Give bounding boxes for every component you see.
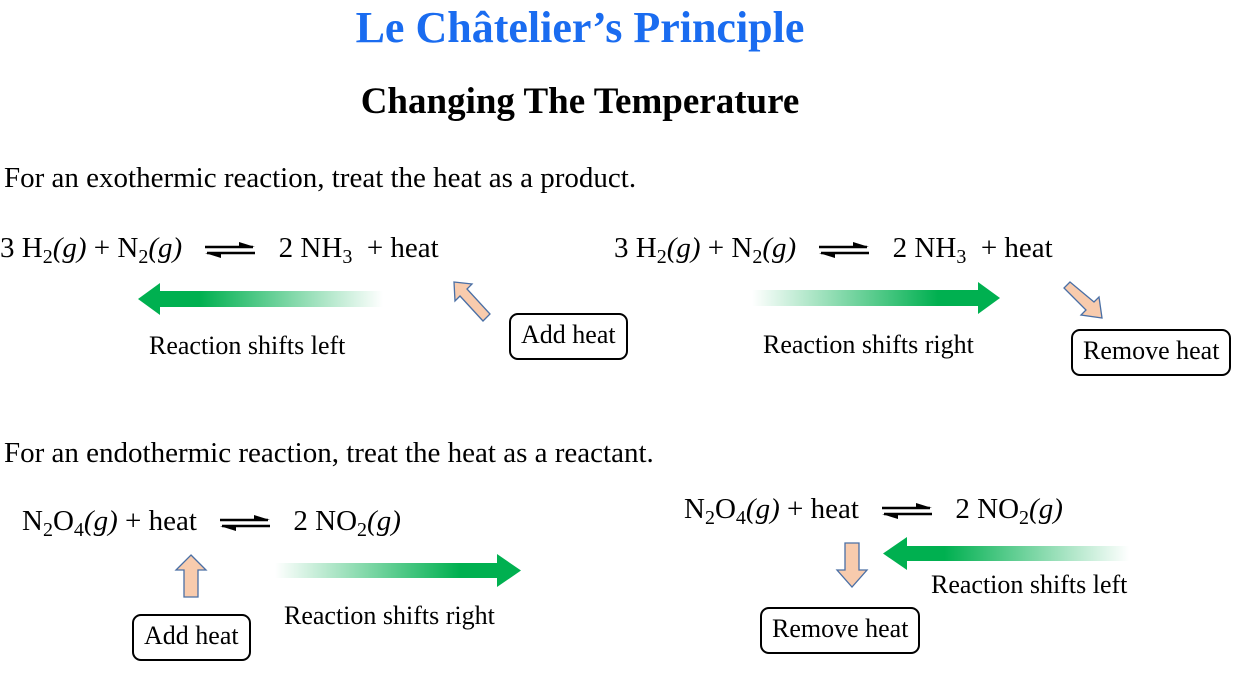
product-formula: NH <box>300 232 343 264</box>
reactant-subscript: 2 <box>752 246 763 268</box>
heat-arrow-up-left-icon <box>453 281 491 322</box>
reactant-state: (g) <box>666 232 701 264</box>
reactant-formula: H <box>21 232 43 264</box>
reactant-state: (g) <box>762 232 797 264</box>
product-subscript: 2 <box>357 519 368 541</box>
product-formula: NO <box>315 505 358 537</box>
product-coef: 2 <box>955 493 978 525</box>
product-coef: 2 <box>293 505 316 537</box>
heat-arrow-down-right-icon <box>1063 281 1103 319</box>
shift-label: Reaction shifts right <box>763 330 974 359</box>
reactant-formula: N <box>117 232 139 264</box>
reactant-coef: 3 <box>0 232 22 264</box>
reactant-subscript: 4 <box>735 507 746 529</box>
endothermic-note: For an endothermic reaction, treat the h… <box>4 437 654 469</box>
reactant-state: (g) <box>148 232 183 264</box>
page-subtitle: Changing The Temperature <box>360 81 800 122</box>
shift-label: Reaction shifts right <box>284 601 495 630</box>
shift-left-arrow-icon <box>883 537 1129 570</box>
plus-sign: + <box>980 232 998 264</box>
reactant-formula: N <box>731 232 753 264</box>
product-formula: NH <box>914 232 957 264</box>
reactant-formula: N <box>22 505 43 537</box>
reactant-coef: 3 <box>614 232 636 264</box>
reactant-formula: O <box>52 505 74 537</box>
shift-right-arrow-icon <box>752 282 1000 314</box>
remove-heat-box: Remove heat <box>1071 329 1232 376</box>
equilibrium-arrow-icon <box>205 242 256 259</box>
product-state: (g) <box>1029 493 1063 525</box>
shift-right-arrow-icon <box>275 554 521 587</box>
product-coef: 2 <box>278 232 301 264</box>
product-subscript: 3 <box>342 246 353 268</box>
equilibrium-arrow-icon <box>220 515 271 532</box>
product-subscript: 3 <box>956 246 967 268</box>
reactant-state: (g) <box>83 505 118 537</box>
heat-term: heat <box>148 505 197 537</box>
exothermic-note: For an exothermic reaction, treat the he… <box>4 162 637 194</box>
shift-left-arrow-icon <box>138 283 383 315</box>
heat-term: heat <box>390 232 439 264</box>
exothermic-equation-1: 3 H2(g) + N2(g) 2 NH3 + heat <box>0 232 439 268</box>
product-coef: 2 <box>892 232 915 264</box>
reactant-subscript: 2 <box>42 519 53 541</box>
heat-arrow-down-icon <box>835 542 869 588</box>
reactant-subscript: 2 <box>704 507 715 529</box>
page-title: Le Châtelier’s Principle <box>355 3 805 52</box>
endothermic-equation-2: N2O4(g) + heat 2 NO2(g) <box>684 493 1063 529</box>
reactant-formula: N <box>684 493 705 525</box>
shift-label: Reaction shifts left <box>149 331 346 360</box>
equilibrium-arrow-icon <box>819 242 870 259</box>
heat-arrow-up-icon <box>174 554 208 598</box>
reactant-subscript: 2 <box>656 246 667 268</box>
plus-sign: + <box>124 505 142 537</box>
equilibrium-arrow-icon <box>882 503 933 520</box>
reactant-subscript: 2 <box>42 246 53 268</box>
heat-term: heat <box>1004 232 1053 264</box>
product-subscript: 2 <box>1019 507 1030 529</box>
endothermic-equation-1: N2O4(g) + heat 2 NO2(g) <box>22 505 401 541</box>
plus-sign: + <box>786 493 804 525</box>
heat-term: heat <box>810 493 859 525</box>
add-heat-box: Add heat <box>132 614 251 661</box>
reactant-state: (g) <box>745 493 780 525</box>
remove-heat-box: Remove heat <box>760 607 921 654</box>
reactant-state: (g) <box>52 232 87 264</box>
reactant-subscript: 2 <box>138 246 149 268</box>
exothermic-equation-2: 3 H2(g) + N2(g) 2 NH3 + heat <box>614 232 1053 268</box>
reactant-formula: H <box>635 232 657 264</box>
shift-label: Reaction shifts left <box>931 570 1128 599</box>
add-heat-box: Add heat <box>509 313 628 360</box>
plus-sign: + <box>707 232 725 264</box>
product-state: (g) <box>367 505 401 537</box>
plus-sign: + <box>366 232 384 264</box>
reactant-subscript: 4 <box>73 519 84 541</box>
reactant-formula: O <box>714 493 736 525</box>
product-formula: NO <box>977 493 1020 525</box>
plus-sign: + <box>93 232 111 264</box>
